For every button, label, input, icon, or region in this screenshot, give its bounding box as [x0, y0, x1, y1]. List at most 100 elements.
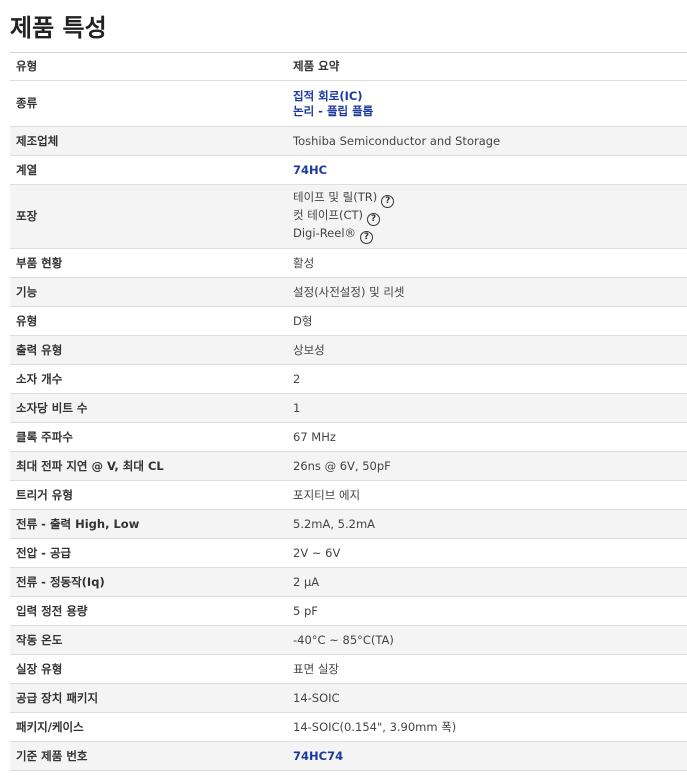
product-attributes-page: 제품 특성 유형 제품 요약 종류 집적 회로(IC) 논리 - 플립 플롭 제조업체… — [0, 0, 687, 782]
table-row: 소자당 비트 수 1 — [10, 393, 687, 423]
table-row: 전류 - 출력 High, Low 5.2mA, 5.2mA — [10, 509, 687, 539]
attr-name: 종류 — [10, 80, 287, 127]
attr-value: 14-SOIC(0.154", 3.90mm 폭) — [287, 712, 687, 742]
value-text: -40°C ~ 85°C(TA) — [293, 633, 681, 648]
table-row: 소자 개수 2 — [10, 364, 687, 394]
attr-name: 출력 유형 — [10, 335, 287, 365]
table-row: 유형 D형 — [10, 306, 687, 336]
table-row: 실장 유형 표면 실장 — [10, 654, 687, 684]
attr-name: 입력 정전 용량 — [10, 596, 287, 626]
header-attr: 유형 — [10, 52, 287, 81]
value-label: 5 pF — [293, 603, 318, 618]
attr-name: 전류 - 정동작(Iq) — [10, 567, 287, 597]
value-label: 26ns @ 6V, 50pF — [293, 458, 391, 473]
attr-name: 포장 — [10, 184, 287, 249]
attr-value: 5 pF — [287, 596, 687, 626]
attr-name: 공급 장치 패키지 — [10, 683, 287, 713]
attr-value: 표면 실장 — [287, 654, 687, 684]
attr-name: 계열 — [10, 155, 287, 185]
value-label: 14-SOIC(0.154", 3.90mm 폭) — [293, 719, 457, 734]
value-text: 14-SOIC(0.154", 3.90mm 폭) — [293, 720, 681, 735]
value-label: 설정(사전설정) 및 리셋 — [293, 284, 405, 299]
table-row: 전압 - 공급 2V ~ 6V — [10, 538, 687, 568]
attr-value: 14-SOIC — [287, 683, 687, 713]
table-row: 전류 - 정동작(Iq) 2 µA — [10, 567, 687, 597]
table-row: 클록 주파수 67 MHz — [10, 422, 687, 452]
attr-name: 실장 유형 — [10, 654, 287, 684]
value-label: 활성 — [293, 255, 315, 270]
question-circle-icon[interactable]: ? — [367, 212, 381, 226]
attr-name: 패키지/케이스 — [10, 712, 287, 742]
attr-value: 설정(사전설정) 및 리셋 — [287, 277, 687, 307]
value-text: 2V ~ 6V — [293, 546, 681, 561]
attr-name: 트리거 유형 — [10, 480, 287, 510]
product-attributes-table: 유형 제품 요약 종류 집적 회로(IC) 논리 - 플립 플롭 제조업체 Toshib… — [10, 52, 687, 771]
question-circle-icon[interactable]: ? — [381, 194, 395, 208]
attr-value: D형 — [287, 306, 687, 336]
value-label: -40°C ~ 85°C(TA) — [293, 632, 394, 647]
value-label[interactable]: 74HC74 — [293, 749, 343, 763]
attr-value: 상보성 — [287, 335, 687, 365]
value-link[interactable]: 집적 회로(IC) — [293, 89, 681, 104]
value-label: Toshiba Semiconductor and Storage — [293, 133, 501, 148]
attr-name: 클록 주파수 — [10, 422, 287, 452]
value-text: 26ns @ 6V, 50pF — [293, 459, 681, 474]
table-row: 계열 74HC — [10, 155, 687, 185]
value-text: 표면 실장 — [293, 662, 681, 677]
attr-value: 2 µA — [287, 567, 687, 597]
table-row: 공급 장치 패키지 14-SOIC — [10, 683, 687, 713]
value-text: 1 — [293, 401, 681, 416]
value-label: Digi-Reel® — [293, 225, 357, 240]
attr-name: 소자당 비트 수 — [10, 393, 287, 423]
table-row: 입력 정전 용량 5 pF — [10, 596, 687, 626]
value-label[interactable]: 집적 회로(IC) — [293, 89, 363, 103]
value-text: Toshiba Semiconductor and Storage — [293, 134, 681, 149]
attr-value: 테이프 및 릴(TR)? 컷 테이프(CT)? Digi-Reel®? — [287, 184, 687, 249]
attr-value: 26ns @ 6V, 50pF — [287, 451, 687, 481]
table-row: 트리거 유형 포지티브 에지 — [10, 480, 687, 510]
value-label: 2 µA — [293, 574, 320, 589]
value-label: 2 — [293, 371, 301, 386]
value-text: D형 — [293, 314, 681, 329]
attr-name: 소자 개수 — [10, 364, 287, 394]
value-link[interactable]: 74HC74 — [293, 749, 681, 764]
value-link[interactable]: 논리 - 플립 플롭 — [293, 104, 681, 119]
value-text: 14-SOIC — [293, 691, 681, 706]
question-circle-icon[interactable]: ? — [360, 230, 374, 244]
attr-name: 작동 온도 — [10, 625, 287, 655]
table-row: 최대 전파 지연 @ V, 최대 CL 26ns @ 6V, 50pF — [10, 451, 687, 481]
attr-name: 기능 — [10, 277, 287, 307]
table-row: 패키지/케이스 14-SOIC(0.154", 3.90mm 폭) — [10, 712, 687, 742]
attr-name: 전류 - 출력 High, Low — [10, 509, 287, 539]
attr-value: 5.2mA, 5.2mA — [287, 509, 687, 539]
value-link[interactable]: 74HC — [293, 163, 681, 178]
attr-name: 전압 - 공급 — [10, 538, 287, 568]
attr-value: 집적 회로(IC) 논리 - 플립 플롭 — [287, 80, 687, 127]
attr-value: 74HC — [287, 155, 687, 185]
value-label: 67 MHz — [293, 429, 336, 444]
value-label: 14-SOIC — [293, 690, 340, 705]
value-text: 컷 테이프(CT)? — [293, 208, 681, 226]
value-text: 테이프 및 릴(TR)? — [293, 190, 681, 208]
attr-name: 유형 — [10, 306, 287, 336]
value-text: 설정(사전설정) 및 리셋 — [293, 285, 681, 300]
table-row: 작동 온도 -40°C ~ 85°C(TA) — [10, 625, 687, 655]
value-label: 2V ~ 6V — [293, 545, 341, 560]
page-title: 제품 특성 — [10, 14, 107, 42]
value-label: 컷 테이프(CT) — [293, 207, 364, 222]
value-label: 5.2mA, 5.2mA — [293, 516, 376, 531]
table-row: 기능 설정(사전설정) 및 리셋 — [10, 277, 687, 307]
attr-name: 최대 전파 지연 @ V, 최대 CL — [10, 451, 287, 481]
attr-name: 부품 현황 — [10, 248, 287, 278]
table-row: 종류 집적 회로(IC) 논리 - 플립 플롭 — [10, 80, 687, 127]
value-text: 5.2mA, 5.2mA — [293, 517, 681, 532]
attr-value: 74HC74 — [287, 741, 687, 771]
value-label[interactable]: 74HC — [293, 163, 327, 177]
value-label[interactable]: 논리 - 플립 플롭 — [293, 104, 373, 118]
value-label: 포지티브 에지 — [293, 487, 361, 502]
attr-value: -40°C ~ 85°C(TA) — [287, 625, 687, 655]
attr-name: 제조업체 — [10, 126, 287, 156]
table-row: 제조업체 Toshiba Semiconductor and Storage — [10, 126, 687, 156]
value-text: Digi-Reel®? — [293, 226, 681, 244]
value-label: 1 — [293, 400, 301, 415]
